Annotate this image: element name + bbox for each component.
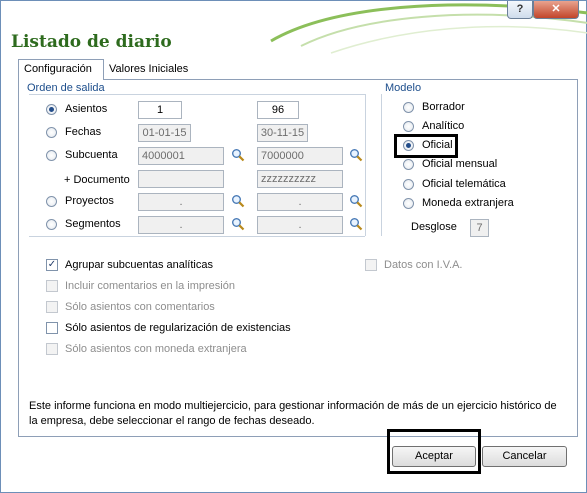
cancel-button[interactable]: Cancelar (482, 446, 567, 467)
radio-borrador[interactable] (403, 102, 414, 113)
orden-group-vline (365, 94, 366, 236)
radio-moneda-extranjera[interactable] (403, 198, 414, 209)
radio-analitico[interactable] (403, 121, 414, 132)
proyectos-to-input[interactable]: . (257, 193, 343, 211)
search-icon[interactable] (231, 148, 245, 162)
checkbox-regularizacion[interactable] (46, 322, 58, 334)
modelo-group-vline (381, 94, 382, 236)
orden-group-bottom (29, 236, 365, 237)
decorative-swoosh (270, 3, 587, 54)
search-icon[interactable] (349, 217, 363, 231)
label-regularizacion: Sólo asientos de regularización de exist… (65, 322, 291, 334)
close-button[interactable]: ✕ (533, 1, 579, 19)
subcuenta-to-input[interactable]: 7000000 (257, 147, 343, 165)
radio-segmentos[interactable] (46, 219, 57, 230)
fechas-to-input[interactable]: 30-11-15 (257, 124, 308, 142)
label-oficial-mensual: Oficial mensual (422, 158, 498, 170)
radio-fechas[interactable] (46, 127, 57, 138)
label-proyectos: Proyectos (65, 195, 114, 207)
dialog-window: ? ✕ Listado de diario Configuración Valo… (0, 0, 587, 493)
modelo-group-label: Modelo (385, 82, 426, 94)
checkbox-incluir-comentarios[interactable] (46, 280, 58, 292)
label-solo-moneda-extranjera: Sólo asientos con moneda extranjera (65, 343, 247, 355)
radio-oficial-telematica[interactable] (403, 179, 414, 190)
label-agrupar-subcuentas: Agrupar subcuentas analíticas (65, 259, 213, 271)
documento-from-input[interactable] (138, 170, 224, 188)
label-borrador: Borrador (422, 101, 465, 113)
label-fechas: Fechas (65, 126, 102, 138)
documento-to-input[interactable]: zzzzzzzzzz (257, 170, 343, 188)
label-analitico: Analítico (422, 120, 465, 132)
radio-subcuenta[interactable] (46, 150, 57, 161)
dialog-title: Listado de diario (11, 32, 172, 52)
checkbox-datos-iva[interactable] (365, 259, 377, 271)
segmentos-from-input[interactable]: . (138, 216, 224, 234)
label-solo-comentarios: Sólo asientos con comentarios (65, 301, 215, 313)
tab-valores-iniciales-label: Valores Iniciales (109, 63, 189, 75)
orden-group-line (29, 94, 365, 95)
tab-configuracion[interactable]: Configuración (18, 59, 104, 80)
orden-group-label: Orden de salida (27, 82, 109, 94)
label-asientos: Asientos (65, 103, 108, 115)
label-datos-iva: Datos con I.V.A. (384, 259, 463, 271)
subcuenta-from-input[interactable]: 4000001 (138, 147, 224, 165)
label-oficial-telematica: Oficial telemática (422, 178, 506, 190)
radio-oficial-mensual[interactable] (403, 159, 414, 170)
asientos-to-input[interactable]: 96 (257, 101, 299, 119)
label-desglose: Desglose (411, 221, 457, 233)
label-segmentos: Segmentos (65, 218, 121, 230)
tab-configuracion-label: Configuración (24, 63, 92, 75)
radio-asientos[interactable] (46, 104, 57, 115)
info-text: Este informe funciona en modo multiejerc… (29, 400, 557, 427)
search-icon[interactable] (349, 148, 363, 162)
desglose-input[interactable]: 7 (470, 219, 489, 237)
oficial-highlight-box (394, 134, 458, 158)
search-icon[interactable] (231, 217, 245, 231)
checkbox-agrupar-subcuentas[interactable]: ✓ (46, 259, 58, 271)
asientos-from-input[interactable]: 1 (138, 101, 182, 119)
help-button[interactable]: ? (507, 1, 533, 19)
checkbox-moneda-extranjera[interactable] (46, 343, 58, 355)
label-moneda-extranjera: Moneda extranjera (422, 197, 514, 209)
search-icon[interactable] (231, 194, 245, 208)
label-documento: + Documento (64, 174, 130, 186)
tab-valores-iniciales[interactable]: Valores Iniciales (104, 61, 194, 80)
accept-button[interactable]: Aceptar (392, 446, 476, 467)
label-incluir-comentarios: Incluir comentarios en la impresión (65, 280, 235, 292)
radio-proyectos[interactable] (46, 196, 57, 207)
checkbox-solo-comentarios[interactable] (46, 301, 58, 313)
proyectos-from-input[interactable]: . (138, 193, 224, 211)
fechas-from-input[interactable]: 01-01-15 (138, 124, 191, 142)
label-subcuenta: Subcuenta (65, 149, 118, 161)
segmentos-to-input[interactable]: . (257, 216, 343, 234)
search-icon[interactable] (349, 194, 363, 208)
